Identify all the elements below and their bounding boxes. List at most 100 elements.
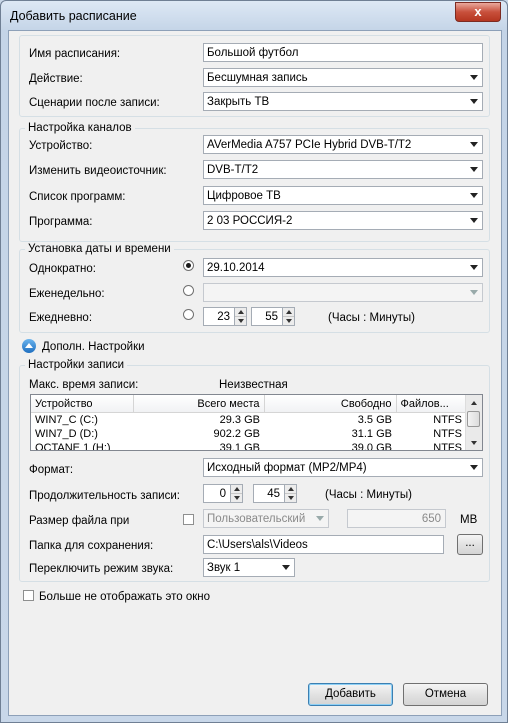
collapse-icon[interactable] [22,339,36,353]
column-header[interactable]: Устройство [31,395,134,413]
title-bar[interactable]: Добавить расписание x [1,1,507,29]
advanced-settings-toggle[interactable]: Дополн. Настройки [42,341,145,353]
table-row[interactable]: WIN7_C (C:) 29.3 GB 3.5 GB NTFS [31,413,466,428]
drive-total: 29.3 GB [219,414,260,426]
datetime-group: Установка даты и времени Однократно: 29.… [19,243,490,333]
browse-button[interactable]: ... [457,534,483,555]
drive-total: 902.2 GB [213,428,260,440]
chevron-down-icon[interactable] [467,94,481,109]
device-value: AVerMedia A757 PCIe Hybrid DVB-T/T2 [207,139,412,151]
chevron-down-icon[interactable] [467,260,481,275]
spin-down-icon[interactable] [235,317,246,325]
chevron-down-icon[interactable] [313,511,327,526]
spin-up-icon[interactable] [231,485,242,494]
column-header[interactable]: Всего места [133,395,265,413]
schedule-name-input[interactable]: Большой футбол [203,43,483,62]
drive-name: WIN7_D (D:) [35,428,98,440]
once-date-combo[interactable]: 29.10.2014 [203,258,483,277]
save-folder-input[interactable]: C:\Users\als\Videos [203,535,444,554]
chevron-down-icon[interactable] [467,70,481,85]
daily-hours-spinner[interactable] [234,307,247,326]
duration-label: Продолжительность записи: [29,490,180,502]
duration-minutes-value: 45 [267,488,280,500]
file-size-checkbox[interactable] [183,514,194,525]
chevron-down-icon[interactable] [467,285,481,300]
format-value: Исходный формат (MP2/MP4) [207,462,367,474]
table-row[interactable]: OCTANE 1 (H:) 39.1 GB 39.0 GB NTFS [31,441,466,451]
after-record-combo[interactable]: Закрыть ТВ [203,92,483,111]
sound-mode-value: Звук 1 [207,562,241,574]
daily-hours-input[interactable]: 23 [203,307,235,326]
drive-fs: NTFS [433,428,462,440]
dont-show-checkbox[interactable] [23,590,34,601]
duration-minutes-input[interactable]: 45 [253,484,285,503]
chevron-down-icon[interactable] [279,560,293,575]
daily-label: Ежедневно: [29,312,93,324]
channel-settings-group: Настройка каналов Устройство: AVerMedia … [19,122,490,242]
dialog-body: Имя расписания: Большой футбол Действие:… [8,30,502,716]
channel-settings-legend: Настройка каналов [25,122,135,134]
device-combo[interactable]: AVerMedia A757 PCIe Hybrid DVB-T/T2 [203,135,483,154]
program-list-label: Список программ: [29,191,126,203]
program-list-combo[interactable]: Цифровое ТВ [203,186,483,205]
schedule-group: Имя расписания: Большой футбол Действие:… [19,35,490,117]
file-size-value: 650 [421,513,441,525]
spin-up-icon[interactable] [285,485,296,494]
chevron-down-icon[interactable] [467,137,481,152]
chevron-down-icon[interactable] [467,213,481,228]
scroll-up-icon[interactable] [466,395,482,410]
duration-hours-input[interactable]: 0 [203,484,231,503]
video-source-value: DVB-T/T2 [207,164,259,176]
save-folder-value: C:\Users\als\Videos [207,539,308,551]
duration-hours-value: 0 [219,488,226,500]
duration-minutes-spinner[interactable] [284,484,297,503]
action-combo[interactable]: Бесшумная запись [203,68,483,87]
daily-minutes-input[interactable]: 55 [251,307,283,326]
daily-minutes-spinner[interactable] [282,307,295,326]
once-radio[interactable] [183,260,194,271]
drive-total: 39.1 GB [219,442,260,451]
daily-time-hint: (Часы : Минуты) [328,312,415,324]
table-row[interactable]: WIN7_D (D:) 902.2 GB 31.1 GB NTFS [31,427,466,441]
scroll-down-icon[interactable] [466,435,482,450]
program-combo[interactable]: 2 03 РОССИЯ-2 [203,211,483,230]
drive-table: Устройство Всего места Свободно Файлов..… [31,395,467,451]
scroll-thumb[interactable] [467,411,480,427]
file-size-label: Размер файла при [29,515,130,527]
device-label: Устройство: [29,140,93,152]
spin-down-icon[interactable] [231,494,242,502]
duration-hours-spinner[interactable] [230,484,243,503]
spin-up-icon[interactable] [235,308,246,317]
program-label: Программа: [29,216,93,228]
drive-free: 3.5 GB [357,414,392,426]
dont-show-label: Больше не отображать это окно [39,591,211,603]
daily-radio[interactable] [183,309,194,320]
close-button[interactable]: x [455,2,501,22]
weekly-radio[interactable] [183,285,194,296]
max-time-value: Неизвестная [219,379,288,391]
chevron-down-icon[interactable] [467,162,481,177]
spin-down-icon[interactable] [285,494,296,502]
once-label: Однократно: [29,263,96,275]
chevron-down-icon[interactable] [467,188,481,203]
format-label: Формат: [29,464,74,476]
format-combo[interactable]: Исходный формат (MP2/MP4) [203,458,483,477]
column-header[interactable]: Файлов... [396,395,467,413]
drive-list-scrollbar[interactable] [465,395,482,450]
chevron-down-icon[interactable] [467,460,481,475]
cancel-button[interactable]: Отмена [403,683,488,706]
video-source-combo[interactable]: DVB-T/T2 [203,160,483,179]
add-button[interactable]: Добавить [308,683,393,706]
schedule-name-label: Имя расписания: [29,48,121,60]
spin-down-icon[interactable] [283,317,294,325]
file-size-input[interactable]: 650 [347,509,446,528]
spin-up-icon[interactable] [283,308,294,317]
datetime-legend: Установка даты и времени [25,243,174,255]
recording-settings-legend: Настройки записи [25,359,128,371]
max-time-label: Макс. время записи: [29,379,139,391]
weekly-combo[interactable] [203,283,483,302]
sound-mode-combo[interactable]: Звук 1 [203,558,295,577]
drive-list[interactable]: Устройство Всего места Свободно Файлов..… [30,394,483,451]
column-header[interactable]: Свободно [264,395,397,413]
file-size-mode-combo[interactable]: Пользовательский [203,509,329,528]
